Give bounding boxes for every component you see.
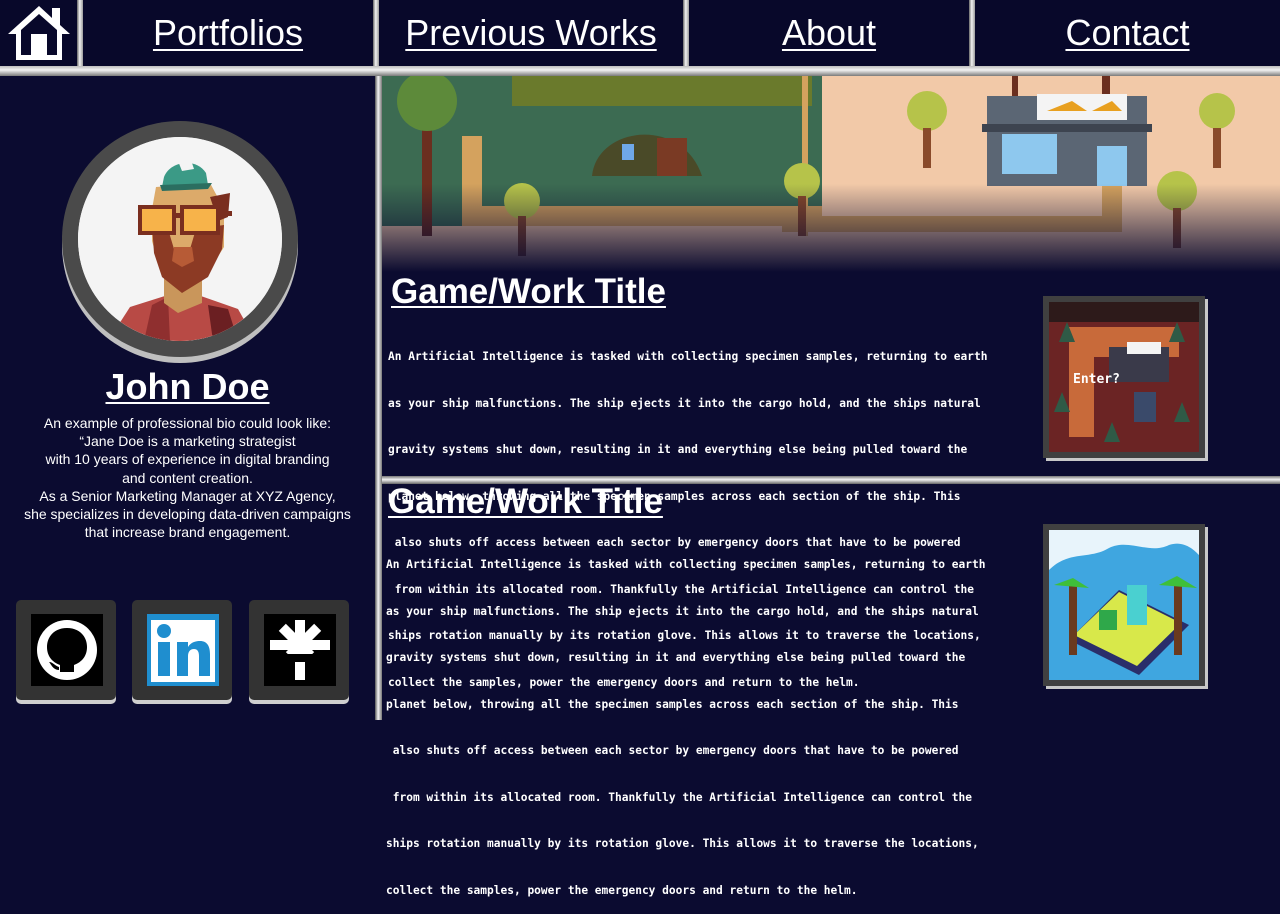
sidebar-divider: [375, 76, 382, 720]
github-icon: [37, 620, 97, 680]
work-title[interactable]: Game/Work Title: [388, 482, 663, 522]
home-icon: [8, 6, 70, 60]
work-thumbnail[interactable]: [1043, 524, 1205, 686]
linktree-button[interactable]: [249, 600, 349, 700]
home-button[interactable]: [0, 0, 77, 66]
description-line: from within its allocated room. Thankful…: [386, 790, 972, 804]
description-line: An Artificial Intelligence is tasked wit…: [386, 558, 986, 571]
top-navigation: Portfolios Previous Works About Contact: [0, 0, 1280, 66]
nav-link-about[interactable]: About: [689, 0, 969, 66]
description-line: ships rotation manually by its rotation …: [386, 837, 979, 850]
bio-line: “Jane Doe is a marketing strategist: [79, 433, 296, 450]
description-line: planet below, throwing all the specimen …: [386, 697, 959, 711]
profile-name: John Doe: [105, 366, 270, 407]
avatar: [62, 121, 298, 357]
profile-sidebar: John Doe An example of professional bio …: [0, 76, 375, 720]
description-line: as your ship malfunctions. The ship ejec…: [388, 396, 981, 410]
description-line: collect the samples, power the emergency…: [386, 883, 858, 897]
description-line: gravity systems shut down, resulting in …: [386, 651, 966, 664]
bio-line: that increase brand engagement.: [84, 524, 291, 541]
linktree-icon: [270, 620, 330, 680]
bio-line: An example of professional bio could loo…: [43, 415, 332, 431]
game-banner-image: [382, 76, 1280, 272]
nav-bottom-border: [0, 66, 1280, 76]
bio-line: and content creation.: [122, 469, 253, 486]
description-line: An Artificial Intelligence is tasked wit…: [388, 350, 988, 363]
nav-link-contact[interactable]: Contact: [975, 0, 1280, 66]
linkedin-button[interactable]: [132, 600, 232, 700]
bio-line: she specializes in developing data-drive…: [24, 506, 351, 523]
work-title[interactable]: Game/Work Title: [391, 272, 666, 312]
description-line: also shuts off access between each secto…: [386, 744, 959, 757]
description-line: gravity systems shut down, resulting in …: [388, 443, 968, 456]
description-line: as your ship malfunctions. The ship ejec…: [386, 604, 979, 618]
linkedin-icon: [147, 614, 219, 686]
nav-link-previous-works[interactable]: Previous Works: [379, 0, 683, 66]
thumbnail-caption: Enter?: [1073, 372, 1120, 387]
nav-link-portfolios[interactable]: Portfolios: [83, 0, 373, 66]
bio-line: with 10 years of experience in digital b…: [45, 451, 330, 468]
avatar-illustration: [78, 137, 282, 341]
work-thumbnail[interactable]: Enter?: [1043, 296, 1205, 458]
bio-line: As a Senior Marketing Manager at XYZ Age…: [39, 487, 336, 504]
github-button[interactable]: [16, 600, 116, 700]
profile-bio: An example of professional bio could loo…: [0, 414, 375, 541]
